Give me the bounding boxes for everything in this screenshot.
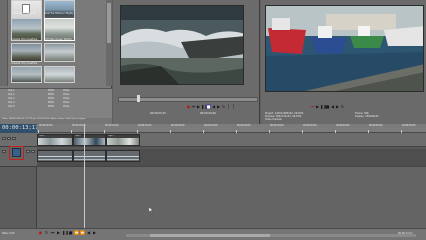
next-frame-icon[interactable]: ▶ <box>92 230 97 235</box>
track-mute-icon[interactable] <box>7 137 11 140</box>
property-row[interactable]: Clip 1 NTSC Video <box>8 89 69 92</box>
record-icon[interactable]: ● <box>38 230 43 235</box>
media-thumb-4-label: Cliff Side Ocean Mighty <box>44 38 72 41</box>
property-value: Video <box>63 89 70 92</box>
stop-icon[interactable]: ■ <box>68 230 73 235</box>
play-icon[interactable]: ▶ <box>56 230 61 235</box>
waves-scene-image <box>121 6 243 84</box>
property-value: Video <box>63 97 70 100</box>
media-properties-list <box>0 88 112 118</box>
bottom-timecode: 00:00:13;17 <box>398 232 413 235</box>
ruler-tick-label: 00:00:40;00 <box>303 124 317 127</box>
audio-clip-2[interactable] <box>73 150 106 162</box>
audio-waveform <box>74 159 105 160</box>
media-thumb-1-label: Inside Clip 1 Beta Re <box>11 12 36 15</box>
audio-waveform <box>107 156 139 157</box>
property-name: Clip 1 <box>8 89 15 92</box>
audio-waveform <box>38 156 72 157</box>
ruler-tick-label: 00:00:35;00 <box>270 124 284 127</box>
mouse-pointer-icon <box>148 206 154 214</box>
property-name: Clip 5 <box>8 105 15 108</box>
clip-thumbnails <box>107 138 139 145</box>
property-name: Clip 4 <box>8 101 15 104</box>
pause-icon[interactable]: ❚❚ <box>62 230 69 235</box>
audio-clip-1[interactable] <box>37 150 73 162</box>
ruler-tick-label: 00:00:45;00 <box>336 124 350 127</box>
media-thumb-5-label: Outside Clip Coastline <box>11 62 38 65</box>
track-fx-icon[interactable] <box>2 137 6 140</box>
trimmer-in-timecode: 00:00:03;15 <box>150 112 166 115</box>
video-clip-3[interactable]: Clip 3 <box>106 134 140 146</box>
clip-thumbnails <box>74 138 105 145</box>
media-thumb-6[interactable] <box>44 43 75 62</box>
property-value: Video <box>63 101 70 104</box>
timeline-timecode: 00:00:13;17 <box>2 125 39 131</box>
ruler-tick-label: 00:00:10;00 <box>105 124 119 127</box>
preview-info-right: Frame: 396 Display: 158x89x32 <box>355 112 379 118</box>
property-row[interactable]: Clip 3 NTSC Video <box>8 97 69 100</box>
ruler-tick-label: 00:00:15;00 <box>138 124 152 127</box>
media-thumb-8[interactable] <box>44 66 75 83</box>
property-value: Video <box>63 105 70 108</box>
prev-frame-icon[interactable]: ◀ <box>86 230 91 235</box>
media-scrollbar-thumb[interactable] <box>107 3 111 43</box>
preview-info-left: Project: 1440x1080x32, 29.970i Preview: … <box>265 112 303 122</box>
playback-rate: Rate: 0.00 <box>2 232 15 235</box>
track-mute-icon[interactable] <box>26 150 30 153</box>
go-start-icon[interactable]: ⏪ <box>74 230 79 235</box>
property-row[interactable]: Clip 2 NTSC Video <box>8 93 69 96</box>
video-clip-1[interactable]: Clip 1 <box>37 134 73 146</box>
media-thumb-7[interactable] <box>11 66 42 83</box>
property-type: NTSC <box>48 101 55 104</box>
ruler-tick-label: 00:00:25;00 <box>204 124 218 127</box>
audio-waveform <box>38 159 72 160</box>
track-control-icon[interactable] <box>12 148 21 157</box>
harbour-boats-image <box>266 6 423 91</box>
property-type: NTSC <box>48 93 55 96</box>
track-solo-icon[interactable] <box>31 150 35 153</box>
preview-display-info: Display: 158x89x32 <box>355 115 379 119</box>
audio-waveform <box>107 159 139 160</box>
video-track-header[interactable] <box>0 133 37 147</box>
media-thumb-5[interactable] <box>11 43 42 62</box>
timeline-scrollbar-thumb[interactable] <box>150 234 270 237</box>
play-from-start-icon[interactable]: ⏮ <box>50 230 55 235</box>
trimmer-position-marker[interactable] <box>137 95 140 102</box>
ruler-tick-label: 00:00:30;00 <box>237 124 251 127</box>
property-row[interactable]: Clip 4 NTSC Video <box>8 101 69 104</box>
media-folder-tree[interactable] <box>0 0 8 86</box>
audio-waveform <box>74 156 105 157</box>
ruler-tick-label: 00:00:50;00 <box>369 124 383 127</box>
trimmer-video-frame[interactable] <box>120 5 244 85</box>
property-name: Clip 3 <box>8 97 15 100</box>
media-thumb-3-label: Outside Clip Coastline <box>11 38 38 41</box>
property-name: Clip 2 <box>8 93 15 96</box>
track-arm-icon[interactable] <box>2 150 6 153</box>
loop-icon[interactable]: ↻ <box>340 104 345 109</box>
ruler-tick-label: 00:00:20;00 <box>171 124 185 127</box>
clip-thumbnails <box>38 138 72 145</box>
property-row[interactable]: Clip 5 NTSC Video <box>8 105 69 108</box>
timeline-ruler[interactable]: 00:00:00;00 00:00:05;00 00:00:10;00 00:0… <box>37 124 426 133</box>
trimmer-out-timecode: 00:00:04;26 <box>200 112 216 115</box>
preview-label: Video Preview <box>265 118 282 122</box>
go-end-icon[interactable]: ⏩ <box>80 230 85 235</box>
ruler-tick-label: 00:00:55;00 <box>402 124 416 127</box>
loop-icon[interactable]: ↻ <box>44 230 49 235</box>
timeline-empty-area[interactable] <box>37 167 426 228</box>
mark-out-icon[interactable]: ] <box>231 104 236 109</box>
playhead-cursor[interactable] <box>84 124 85 228</box>
property-value: Video <box>63 93 70 96</box>
property-type: NTSC <box>48 97 55 100</box>
media-thumb-2-label: Boat Tue Harbour Mighty <box>44 12 74 15</box>
track-solo-icon[interactable] <box>12 137 16 140</box>
property-type: NTSC <box>48 105 55 108</box>
preview-video-frame[interactable] <box>265 5 424 92</box>
audio-clip-3[interactable] <box>106 150 140 162</box>
video-clip-2[interactable]: Clip 2 <box>73 134 106 146</box>
property-type: NTSC <box>48 89 55 92</box>
ruler-tick-label: 00:00:00;00 <box>39 124 53 127</box>
